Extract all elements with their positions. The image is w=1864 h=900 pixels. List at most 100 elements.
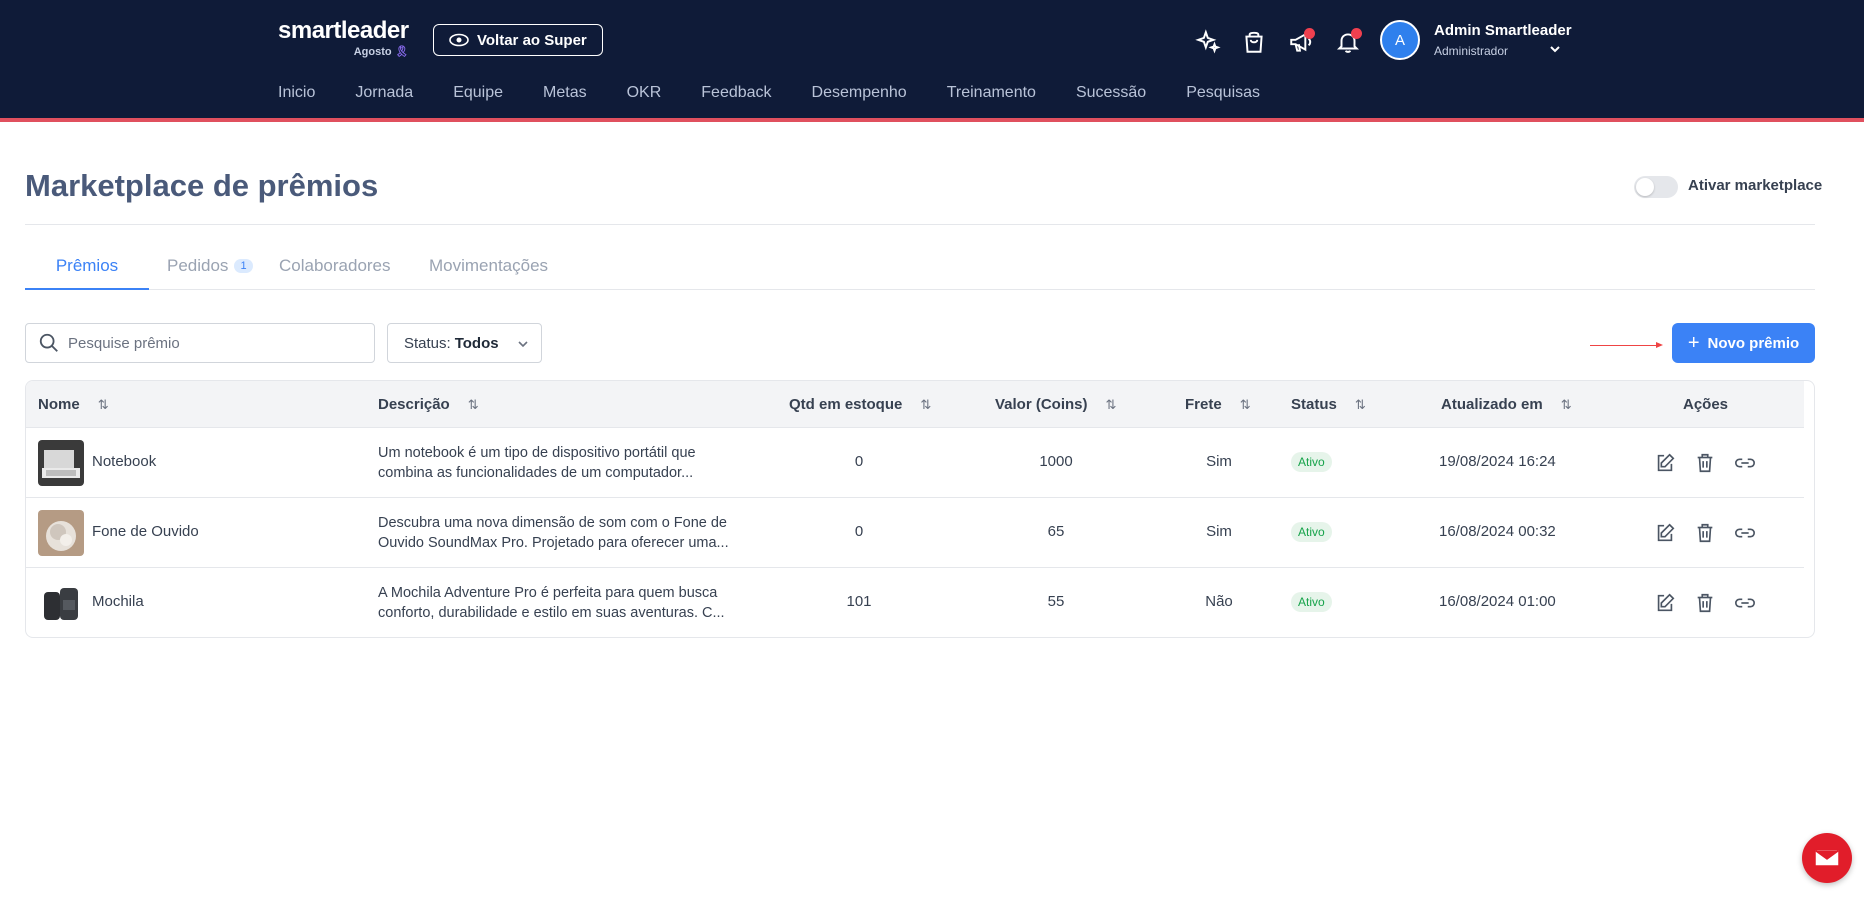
edit-icon[interactable] (1654, 522, 1676, 544)
trash-icon[interactable] (1694, 592, 1716, 614)
sparkles-icon[interactable] (1192, 26, 1224, 58)
nav-okr[interactable]: OKR (627, 84, 662, 102)
product-thumbnail (38, 580, 84, 626)
page-title: Marketplace de prêmios (25, 168, 379, 203)
contact-mail-button[interactable] (1802, 833, 1852, 883)
trash-icon[interactable] (1694, 522, 1716, 544)
product-thumbnail (38, 440, 84, 486)
tab-premios[interactable]: Prêmios (25, 252, 149, 290)
column-header-valor[interactable]: Valor (Coins) ⇅ (995, 396, 1116, 413)
product-name: Notebook (92, 453, 157, 470)
nav-inicio[interactable]: Inicio (278, 84, 315, 102)
row-actions (1654, 522, 1756, 544)
sort-icon[interactable]: ⇅ (98, 397, 109, 412)
product-name: Mochila (92, 593, 144, 610)
tab-count-badge: 1 (234, 259, 253, 273)
main-nav: Inicio Jornada Equipe Metas OKR Feedback… (278, 84, 1300, 102)
megaphone-icon[interactable] (1285, 26, 1317, 58)
nav-sucessao[interactable]: Sucessão (1076, 84, 1146, 102)
nav-feedback[interactable]: Feedback (701, 84, 771, 102)
shipping-value: Não (1205, 593, 1233, 610)
column-header-nome[interactable]: Nome ⇅ (38, 396, 109, 413)
tab-label: Colaboradores (279, 256, 391, 275)
prizes-table: Nome ⇅ Descrição ⇅ Qtd em estoque ⇅ Valor (… (25, 380, 1815, 638)
column-header-status[interactable]: Status ⇅ (1291, 396, 1366, 413)
product-description: Descubra uma nova dimensão de som com o … (378, 515, 729, 551)
table-row[interactable]: Mochila A Mochila Adventure Pro é perfei… (26, 568, 1804, 637)
chevron-down-icon (518, 341, 528, 348)
nav-treinamento[interactable]: Treinamento (947, 84, 1036, 102)
edit-icon[interactable] (1654, 592, 1676, 614)
shopping-bag-icon[interactable] (1238, 26, 1270, 58)
sort-icon[interactable]: ⇅ (468, 397, 479, 412)
avatar[interactable]: A (1380, 20, 1420, 60)
tab-movimentacoes[interactable]: Movimentações (429, 252, 569, 290)
table-header: Nome ⇅ Descrição ⇅ Qtd em estoque ⇅ Valor (… (26, 381, 1804, 428)
tab-label: Pedidos (167, 256, 229, 275)
sort-icon[interactable]: ⇅ (1355, 397, 1366, 412)
column-header-acoes: Ações (1683, 396, 1729, 413)
coins-value: 1000 (1039, 453, 1073, 470)
shipping-value: Sim (1206, 523, 1232, 540)
table-row[interactable]: Fone de Ouvido Descubra uma nova dimensã… (26, 498, 1804, 568)
bell-icon[interactable] (1332, 26, 1364, 58)
product-description: A Mochila Adventure Pro é perfeita para … (378, 585, 725, 621)
new-prize-button[interactable]: + Novo prêmio (1672, 323, 1815, 363)
column-header-estoque[interactable]: Qtd em estoque ⇅ (789, 396, 931, 413)
updated-at: 16/08/2024 01:00 (1439, 593, 1556, 610)
brand-logo[interactable]: smartleader Agosto 🎗 (278, 17, 409, 59)
link-icon[interactable] (1734, 592, 1756, 614)
product-name: Fone de Ouvido (92, 523, 199, 540)
nav-jornada[interactable]: Jornada (355, 84, 413, 102)
search-box[interactable] (25, 323, 375, 363)
nav-equipe[interactable]: Equipe (453, 84, 503, 102)
updated-at: 19/08/2024 16:24 (1439, 453, 1556, 470)
tab-pedidos[interactable]: Pedidos 1 (167, 252, 271, 290)
marketplace-toggle[interactable] (1634, 176, 1678, 198)
product-thumbnail (38, 510, 84, 556)
updated-at: 16/08/2024 00:32 (1439, 523, 1556, 540)
notification-dot (1304, 28, 1315, 39)
notification-dot (1351, 28, 1362, 39)
search-input[interactable] (68, 334, 358, 352)
stock-value: 0 (854, 523, 864, 540)
status-filter-value: Todos (454, 334, 499, 352)
row-actions (1654, 592, 1756, 614)
mail-icon (1814, 849, 1840, 867)
new-prize-label: Novo prêmio (1707, 334, 1800, 352)
top-navbar: smartleader Agosto 🎗 Voltar ao Super Inic… (0, 0, 1864, 122)
user-role: Administrador (1434, 44, 1509, 58)
column-header-descricao[interactable]: Descrição ⇅ (378, 396, 479, 413)
nav-pesquisas[interactable]: Pesquisas (1186, 84, 1260, 102)
user-name[interactable]: Admin Smartleader (1434, 22, 1572, 39)
shipping-value: Sim (1206, 453, 1232, 470)
brand-name: smartleader (278, 17, 409, 44)
back-to-super-button[interactable]: Voltar ao Super (433, 24, 603, 56)
tab-label: Prêmios (55, 256, 119, 275)
sort-icon[interactable]: ⇅ (1240, 397, 1251, 412)
column-header-frete[interactable]: Frete ⇅ (1185, 396, 1251, 413)
chevron-down-icon[interactable] (1548, 42, 1562, 56)
product-description: Um notebook é um tipo de dispositivo por… (378, 445, 696, 481)
coins-value: 65 (1047, 523, 1065, 540)
marketplace-toggle-label[interactable]: Ativar marketplace (1688, 177, 1822, 194)
table-row[interactable]: Notebook Um notebook é um tipo de dispos… (26, 428, 1804, 498)
sort-icon[interactable]: ⇅ (1106, 397, 1117, 412)
ribbon-icon: 🎗 (394, 46, 409, 58)
trash-icon[interactable] (1694, 452, 1716, 474)
stock-value: 101 (846, 593, 872, 610)
nav-metas[interactable]: Metas (543, 84, 587, 102)
link-icon[interactable] (1734, 452, 1756, 474)
plus-icon: + (1687, 332, 1700, 354)
tab-colaboradores[interactable]: Colaboradores (279, 252, 421, 290)
brand-month: Agosto 🎗 (353, 46, 409, 58)
status-filter-select[interactable]: Status: Todos (387, 323, 542, 363)
nav-desempenho[interactable]: Desempenho (812, 84, 907, 102)
column-header-atualizado[interactable]: Atualizado em ⇅ (1441, 396, 1572, 413)
link-icon[interactable] (1734, 522, 1756, 544)
edit-icon[interactable] (1654, 452, 1676, 474)
tab-label: Movimentações (429, 256, 549, 275)
sort-icon[interactable]: ⇅ (1561, 397, 1572, 412)
stock-value: 0 (854, 453, 864, 470)
sort-icon[interactable]: ⇅ (920, 397, 931, 412)
